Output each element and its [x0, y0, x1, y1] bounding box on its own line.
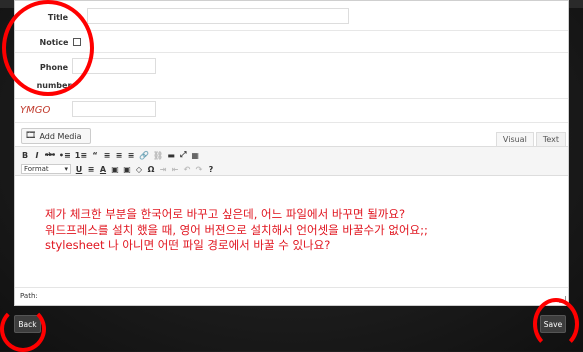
- chevron-down-icon: ▾: [64, 165, 68, 173]
- blockquote-button[interactable]: “: [91, 151, 99, 160]
- special-character-icon[interactable]: Ω: [147, 165, 155, 174]
- outdent-icon[interactable]: ⇥: [159, 165, 167, 174]
- align-right-button[interactable]: ≡: [127, 151, 135, 160]
- italic-button[interactable]: I: [33, 151, 41, 160]
- toolbar-row-1: B I abc •≡ 1≡ “ ≡ ≡ ≡ 🔗 ⛓ ▬ ⤢ ▦: [21, 149, 199, 161]
- extra-label-scribble: YMGO: [20, 105, 51, 116]
- underline-button[interactable]: U: [75, 165, 83, 174]
- unlink-icon[interactable]: ⛓: [153, 151, 163, 160]
- bullet-list-button[interactable]: •≡: [59, 151, 71, 160]
- content-line-3: stylesheet 나 아니면 어떤 파일 경로에서 바꿀 수 있나요?: [45, 238, 331, 252]
- title-row: Title: [15, 1, 568, 31]
- add-media-button[interactable]: 🎞 Add Media: [21, 128, 91, 144]
- add-media-label: Add Media: [39, 131, 82, 141]
- text-color-button[interactable]: A: [99, 165, 107, 174]
- format-select-value: Format: [24, 165, 49, 173]
- indent-icon[interactable]: ⇤: [171, 165, 179, 174]
- align-left-button[interactable]: ≡: [103, 151, 111, 160]
- annotation-circle-back: [0, 306, 46, 352]
- toolbar-row-2: Format ▾ U ≡ A ▣ ▣ ◇ Ω ⇥ ⇤ ↶ ↷ ?: [21, 163, 215, 175]
- editor-path-bar: Path:: [15, 287, 568, 305]
- undo-icon[interactable]: ↶: [183, 165, 191, 174]
- numbered-list-button[interactable]: 1≡: [75, 151, 87, 160]
- annotation-circle-fields: [2, 0, 94, 96]
- fullscreen-icon[interactable]: ⤢: [179, 150, 187, 160]
- justify-button[interactable]: ≡: [87, 165, 95, 174]
- post-form-panel: Title Notice Phone number YMGO 🎞 Add Med…: [14, 0, 569, 306]
- editor-content[interactable]: 제가 체크한 부분을 한국어로 바꾸고 싶은데, 어느 파일에서 바꾸면 될까요…: [15, 177, 568, 287]
- notice-row: Notice: [15, 31, 568, 53]
- title-input[interactable]: [87, 8, 349, 24]
- phone-row: Phone number: [15, 53, 568, 99]
- help-icon[interactable]: ?: [207, 165, 215, 174]
- redo-icon[interactable]: ↷: [195, 165, 203, 174]
- media-icon: 🎞: [25, 131, 37, 141]
- strikethrough-button[interactable]: abc: [45, 152, 55, 158]
- editor-toolbar: B I abc •≡ 1≡ “ ≡ ≡ ≡ 🔗 ⛓ ▬ ⤢ ▦ Format ▾…: [15, 146, 568, 176]
- path-label: Path:: [20, 292, 38, 300]
- link-icon[interactable]: 🔗: [139, 151, 149, 160]
- content-line-1: 제가 체크한 부분을 한국어로 바꾸고 싶은데, 어느 파일에서 바꾸면 될까요…: [45, 207, 406, 221]
- bold-button[interactable]: B: [21, 151, 29, 160]
- format-select[interactable]: Format ▾: [21, 164, 71, 174]
- extra-input[interactable]: [72, 101, 156, 117]
- paste-word-icon[interactable]: ▣: [123, 165, 131, 174]
- paste-text-icon[interactable]: ▣: [111, 165, 119, 174]
- read-more-button[interactable]: ▬: [167, 151, 175, 160]
- annotation-circle-save: [533, 298, 579, 350]
- align-center-button[interactable]: ≡: [115, 151, 123, 160]
- toolbar-toggle-icon[interactable]: ▦: [191, 151, 199, 160]
- extra-row: YMGO: [15, 99, 568, 123]
- clear-formatting-icon[interactable]: ◇: [135, 165, 143, 174]
- content-line-2: 워드프레스를 설치 했을 때, 영어 버젼으로 설치해서 언어셋을 바꿀수가 없…: [45, 222, 428, 237]
